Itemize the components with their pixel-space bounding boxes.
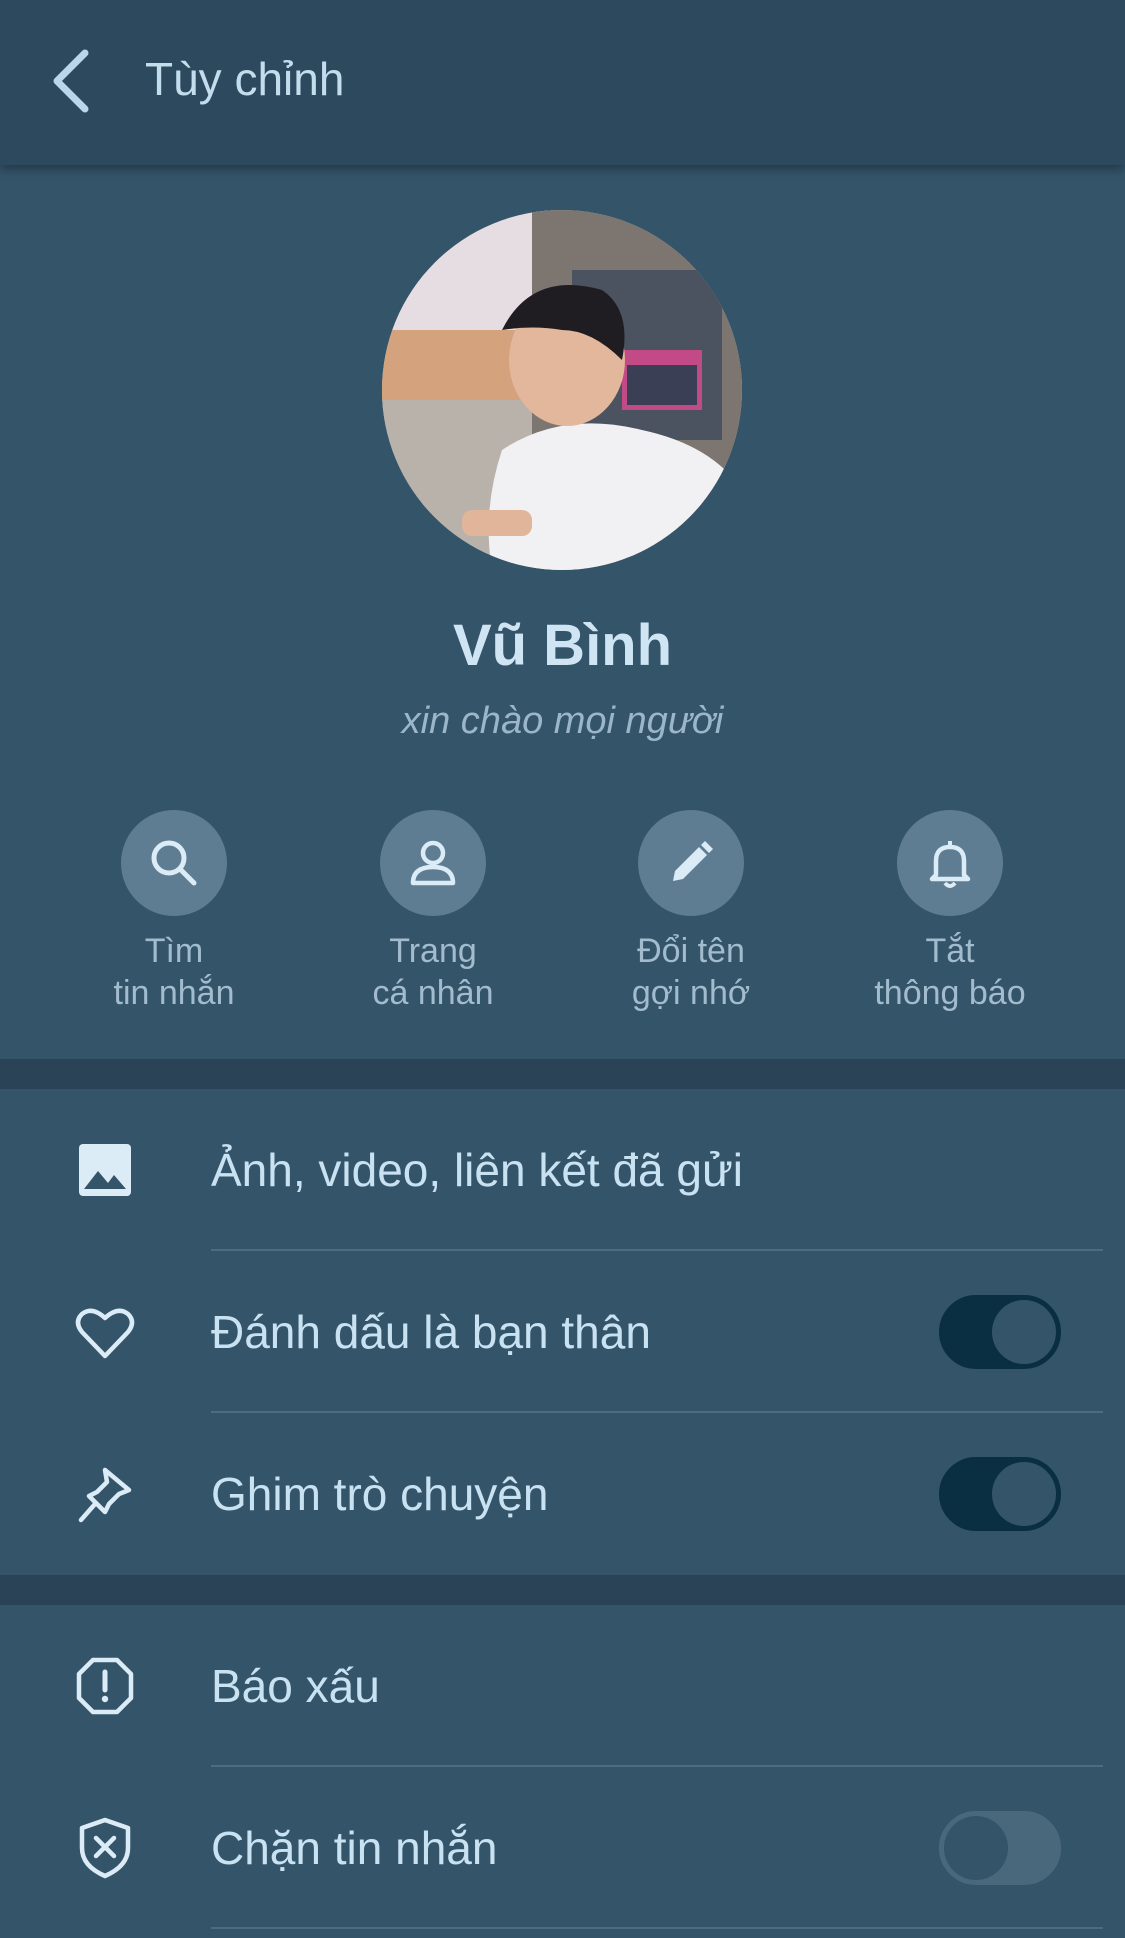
pencil-icon	[638, 810, 744, 916]
profile-status: xin chào mọi người	[401, 700, 724, 742]
toggle-knob	[992, 1300, 1056, 1364]
user-icon	[380, 810, 486, 916]
bell-icon	[897, 810, 1003, 916]
toggle-knob	[944, 1816, 1008, 1880]
profile-page-button[interactable]: Trang cá nhân	[323, 810, 543, 1014]
rename-nickname-button[interactable]: Đổi tên gợi nhớ	[581, 810, 801, 1014]
shared-media-row[interactable]: Ảnh, video, liên kết đã gửi	[0, 1089, 1125, 1251]
page-title: Tùy chỉnh	[145, 53, 345, 105]
close-friend-toggle[interactable]	[939, 1295, 1061, 1369]
action-label: Tìm tin nhắn	[113, 932, 235, 1012]
close-friend-row[interactable]: Đánh dấu là bạn thân	[0, 1251, 1125, 1413]
top-bar: Tùy chỉnh	[0, 0, 1125, 165]
toggle-knob	[992, 1462, 1056, 1526]
report-icon	[72, 1653, 138, 1719]
search-icon	[121, 810, 227, 916]
search-messages-button[interactable]: Tìm tin nhắn	[64, 810, 284, 1014]
back-button[interactable]	[45, 45, 105, 117]
block-shield-icon	[72, 1815, 138, 1881]
row-label: Ghim trò chuyện	[211, 1468, 549, 1520]
section-separator	[0, 1575, 1125, 1605]
action-label: Tắt thông báo	[874, 932, 1026, 1012]
block-messages-toggle[interactable]	[939, 1811, 1061, 1885]
pin-icon	[72, 1461, 138, 1527]
action-label: Trang cá nhân	[372, 932, 494, 1012]
report-row[interactable]: Báo xấu	[0, 1605, 1125, 1767]
block-messages-row[interactable]: Chặn tin nhắn	[0, 1767, 1125, 1929]
action-label: Đổi tên gợi nhớ	[631, 932, 751, 1012]
chevron-left-icon	[53, 49, 89, 113]
heart-icon	[72, 1299, 138, 1365]
image-icon	[72, 1137, 138, 1203]
profile-name: Vũ Bình	[452, 613, 673, 678]
pin-chat-row[interactable]: Ghim trò chuyện	[0, 1413, 1125, 1575]
row-label: Báo xấu	[211, 1660, 380, 1712]
quick-actions: Tìm tin nhắn Trang cá nhân Đổi tên gợi n…	[0, 810, 1125, 1020]
row-label: Ảnh, video, liên kết đã gửi	[211, 1144, 744, 1196]
avatar[interactable]	[382, 210, 742, 570]
row-label: Đánh dấu là bạn thân	[211, 1306, 651, 1358]
row-divider	[211, 1927, 1103, 1929]
mute-notifications-button[interactable]: Tắt thông báo	[840, 810, 1060, 1014]
row-label: Chặn tin nhắn	[211, 1822, 498, 1874]
pin-chat-toggle[interactable]	[939, 1457, 1061, 1531]
section-separator	[0, 1059, 1125, 1089]
